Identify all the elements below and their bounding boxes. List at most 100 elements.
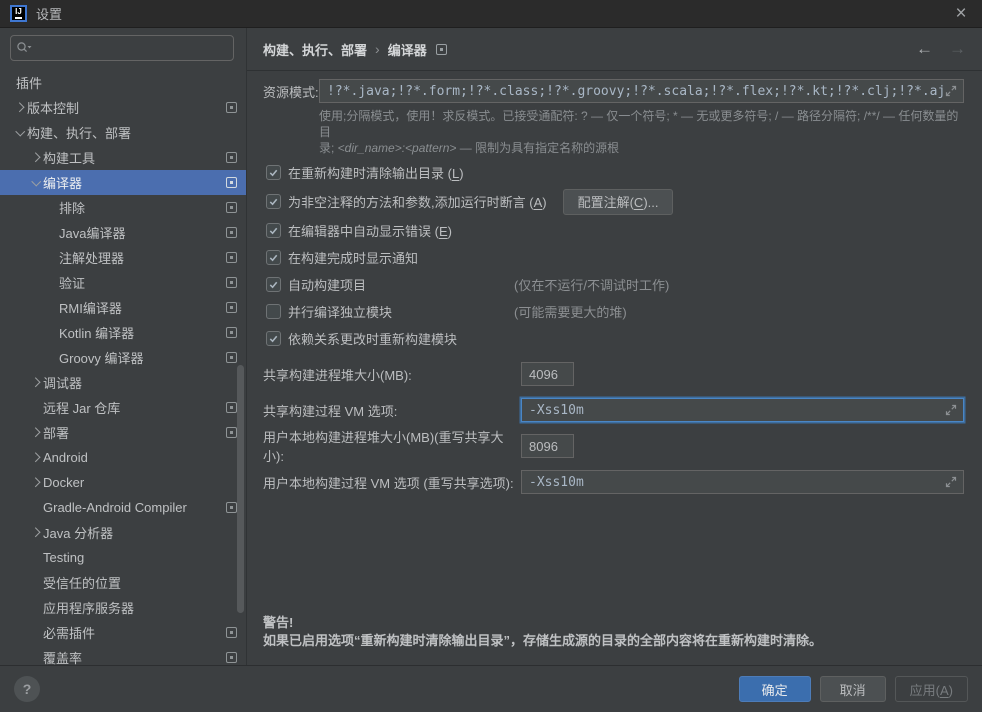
intellij-logo-icon: IJ (10, 5, 27, 22)
sidebar-item-label: 应用程序服务器 (43, 598, 134, 617)
indent-spacer (30, 607, 43, 608)
chevron-right-icon[interactable] (14, 95, 27, 120)
in-editor-settings-icon (226, 352, 237, 363)
field-label: 用户本地构建进程堆大小(MB)(重写共享大小): (263, 427, 521, 465)
back-button[interactable]: ← (916, 39, 933, 59)
field-label: 共享构建过程 VM 选项: (263, 401, 521, 420)
sidebar-item[interactable]: Groovy 编译器 (0, 345, 246, 370)
vm-options-input[interactable] (521, 470, 964, 494)
checkbox-comment: (可能需要更大的堆) (514, 302, 627, 321)
checkbox-label: 在编辑器中自动显示错误 (E) (288, 221, 452, 240)
chevron-down-icon[interactable] (14, 120, 27, 145)
chevron-right-icon[interactable] (30, 445, 43, 470)
chevron-down-icon[interactable] (30, 170, 43, 195)
in-editor-settings-icon[interactable] (436, 44, 447, 55)
in-editor-settings-icon (226, 652, 237, 663)
sidebar-item-label: 编译器 (43, 173, 82, 192)
checkbox-checked[interactable] (266, 250, 281, 265)
expand-field-icon[interactable] (945, 404, 957, 416)
expand-field-icon[interactable] (945, 476, 957, 488)
sidebar-item-label: 插件 (16, 73, 42, 92)
checkbox-checked[interactable] (266, 165, 281, 180)
sidebar-item[interactable]: 远程 Jar 仓库 (0, 395, 246, 420)
help-button[interactable]: ? (14, 676, 40, 702)
sidebar-scrollbar[interactable] (237, 365, 244, 613)
checkbox-checked[interactable] (266, 331, 281, 346)
sidebar-item-label: RMI编译器 (59, 298, 122, 317)
heap-size-input[interactable] (521, 434, 574, 458)
sidebar-item[interactable]: 部署 (0, 420, 246, 445)
chevron-right-icon[interactable] (30, 370, 43, 395)
sidebar-item[interactable]: Android (0, 445, 246, 470)
sidebar-item[interactable]: Kotlin 编译器 (0, 320, 246, 345)
sidebar-item-label: 验证 (59, 273, 85, 292)
breadcrumb-parent[interactable]: 构建、执行、部署 (263, 40, 367, 59)
chevron-right-icon[interactable] (30, 420, 43, 445)
sidebar-item[interactable]: 覆盖率 (0, 645, 246, 665)
sidebar-item[interactable]: 构建、执行、部署 (0, 120, 246, 145)
indent-spacer (46, 332, 59, 333)
sidebar-item[interactable]: 构建工具 (0, 145, 246, 170)
setting-field-row: 用户本地构建过程 VM 选项 (重写共享选项): (263, 469, 964, 495)
sidebar-item[interactable]: Java编译器 (0, 220, 246, 245)
settings-sidebar: 插件版本控制构建、执行、部署构建工具编译器排除Java编译器注解处理器验证 RMI… (0, 28, 246, 665)
pattern-syntax-hint: <dir_name>:<pattern> (338, 141, 457, 155)
vm-options-input[interactable] (521, 398, 964, 422)
in-editor-settings-icon (226, 102, 237, 113)
heap-size-input[interactable] (521, 362, 574, 386)
indent-spacer (30, 507, 43, 508)
checkbox-unchecked[interactable] (266, 304, 281, 319)
sidebar-item-label: 远程 Jar 仓库 (43, 398, 120, 417)
search-input[interactable] (36, 41, 228, 56)
chevron-right-icon[interactable] (30, 145, 43, 170)
sidebar-item[interactable]: 排除 (0, 195, 246, 220)
search-box[interactable] (10, 35, 234, 61)
sidebar-item-label: Groovy 编译器 (59, 348, 144, 367)
sidebar-item[interactable]: RMI编译器 (0, 295, 246, 320)
sidebar-item[interactable]: 受信任的位置 (0, 570, 246, 595)
cancel-button[interactable]: 取消 (820, 676, 886, 702)
sidebar-item-label: 版本控制 (27, 98, 79, 117)
sidebar-item-label: 必需插件 (43, 623, 95, 642)
sidebar-item[interactable]: 编译器 (0, 170, 246, 195)
checkbox-checked[interactable] (266, 194, 281, 209)
field-wrap (521, 470, 964, 494)
sidebar-item[interactable]: Docker (0, 470, 246, 495)
settings-dialog: IJ 设置 × 插件版本控制构建、执行、部署构建工具编译器排除Java编译器注解… (0, 0, 982, 712)
expand-field-icon[interactable] (945, 85, 957, 97)
checkbox-checked[interactable] (266, 277, 281, 292)
sidebar-item[interactable]: 注解处理器 (0, 245, 246, 270)
search-area (0, 28, 246, 67)
checkbox-row: 在编辑器中自动显示错误 (E) (263, 217, 964, 244)
sidebar-item[interactable]: 插件 (0, 70, 246, 95)
sidebar-item[interactable]: 调试器 (0, 370, 246, 395)
in-editor-settings-icon (226, 402, 237, 413)
search-history-arrow-icon (28, 46, 32, 48)
ok-button[interactable]: 确定 (739, 676, 811, 702)
in-editor-settings-icon (226, 152, 237, 163)
sidebar-item[interactable]: 验证 (0, 270, 246, 295)
in-editor-settings-icon (226, 177, 237, 188)
sidebar-item-label: 构建、执行、部署 (27, 123, 131, 142)
sidebar-item-label: Docker (43, 475, 84, 490)
indent-spacer (46, 257, 59, 258)
configure-annotations-button[interactable]: 配置注解(C)... (563, 189, 674, 215)
field-wrap (521, 398, 964, 422)
sidebar-item-label: 注解处理器 (59, 248, 124, 267)
chevron-right-icon[interactable] (30, 470, 43, 495)
sidebar-item[interactable]: Java 分析器 (0, 520, 246, 545)
field-wrap (521, 362, 574, 386)
resource-patterns-input[interactable] (319, 79, 964, 103)
sidebar-item[interactable]: 应用程序服务器 (0, 595, 246, 620)
sidebar-item[interactable]: Testing (0, 545, 246, 570)
sidebar-item-label: 覆盖率 (43, 648, 82, 665)
checkbox-checked[interactable] (266, 223, 281, 238)
chevron-right-icon[interactable] (30, 520, 43, 545)
sidebar-item[interactable]: Gradle-Android Compiler (0, 495, 246, 520)
sidebar-item[interactable]: 版本控制 (0, 95, 246, 120)
setting-field-row: 用户本地构建进程堆大小(MB)(重写共享大小): (263, 433, 964, 459)
checkbox-label: 在重新构建时清除输出目录 (L) (288, 163, 464, 182)
settings-tree: 插件版本控制构建、执行、部署构建工具编译器排除Java编译器注解处理器验证 RMI… (0, 67, 246, 665)
close-icon[interactable]: × (950, 4, 972, 23)
sidebar-item[interactable]: 必需插件 (0, 620, 246, 645)
